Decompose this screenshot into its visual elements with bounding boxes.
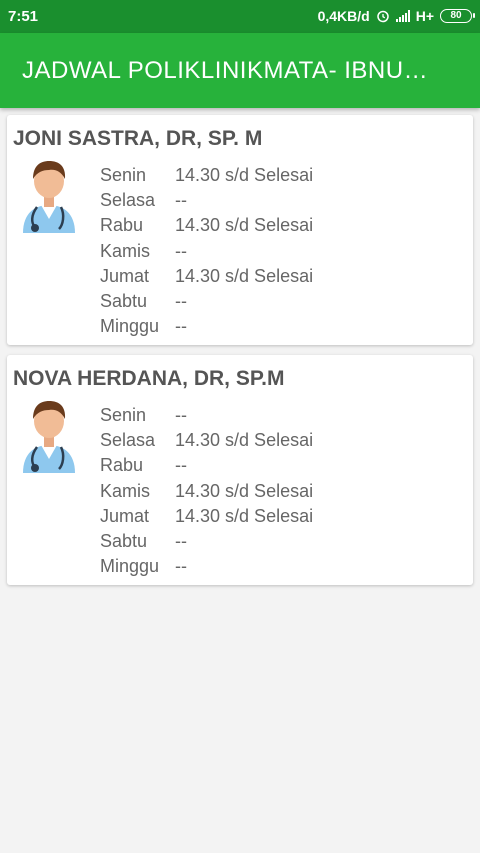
day-label: Minggu — [100, 556, 160, 577]
day-label: Kamis — [100, 480, 151, 501]
schedule-row: Sabtu -- — [100, 529, 313, 554]
day-label: Rabu — [100, 455, 144, 476]
day-label: Jumat — [100, 265, 150, 286]
status-bar: 7:51 0,4KB/d H+ 80 — [0, 0, 480, 33]
time-value: 14.30 s/d Selesai — [175, 165, 314, 186]
doctor-name: JONI SASTRA, DR, SP. M — [13, 127, 263, 150]
schedule-row: Selasa 14.30 s/d Selesai — [100, 428, 313, 453]
time-value: -- — [175, 190, 187, 211]
schedule-row: Selasa -- — [100, 188, 313, 213]
battery-level: 80 — [450, 10, 462, 21]
day-label: Selasa — [100, 430, 156, 451]
day-label: Sabtu — [100, 291, 148, 312]
time-value: 14.30 s/d Selesai — [175, 265, 314, 286]
schedule-list: Senin -- Selasa 14.30 s/d Selesai Rabu -- K… — [100, 403, 313, 579]
time-value: -- — [175, 455, 187, 476]
time-value: -- — [175, 316, 187, 337]
schedule-row: Minggu -- — [100, 554, 313, 579]
schedule-row: Jumat 14.30 s/d Selesai — [100, 504, 313, 529]
time-value: 14.30 s/d Selesai — [175, 215, 314, 236]
schedule-row: Rabu 14.30 s/d Selesai — [100, 213, 313, 238]
schedule-row: Senin 14.30 s/d Selesai — [100, 163, 313, 188]
day-label: Kamis — [100, 240, 151, 261]
doctor-avatar-icon — [23, 401, 75, 473]
app-bar: JADWAL POLIKLINIKMATA- IBNU… — [0, 33, 480, 108]
page-title: JADWAL POLIKLINIKMATA- IBNU… — [22, 57, 429, 84]
schedule-row: Rabu -- — [100, 453, 313, 478]
schedule-row: Senin -- — [100, 403, 313, 428]
day-label: Minggu — [100, 316, 160, 337]
doctor-card[interactable]: NOVA HERDANA, DR, SP.M Senin -- Selasa 14.… — [7, 355, 473, 585]
status-time: 7:51 — [8, 8, 39, 25]
doctor-card[interactable]: JONI SASTRA, DR, SP. M Senin 14.30 s/d Se… — [7, 115, 473, 345]
schedule-row: Jumat 14.30 s/d Selesai — [100, 264, 313, 289]
doctor-list: JONI SASTRA, DR, SP. M Senin 14.30 s/d Se… — [7, 115, 473, 595]
time-value: 14.30 s/d Selesai — [175, 505, 314, 526]
time-value: -- — [175, 531, 187, 552]
day-label: Selasa — [100, 190, 156, 211]
doctor-avatar-icon — [23, 161, 75, 233]
day-label: Senin — [100, 165, 147, 186]
schedule-row: Kamis -- — [100, 239, 313, 264]
time-value: 14.30 s/d Selesai — [175, 430, 314, 451]
battery-icon: 80 — [440, 9, 475, 23]
schedule-row: Sabtu -- — [100, 289, 313, 314]
doctor-name: NOVA HERDANA, DR, SP.M — [13, 367, 285, 390]
day-label: Senin — [100, 405, 147, 426]
time-value: -- — [175, 405, 187, 426]
schedule-row: Kamis 14.30 s/d Selesai — [100, 479, 313, 504]
network-type: H+ — [415, 8, 434, 24]
status-icons: 0,4KB/d H+ 80 — [317, 8, 475, 24]
alarm-icon — [376, 10, 389, 23]
time-value: -- — [175, 556, 187, 577]
day-label: Jumat — [100, 505, 150, 526]
time-value: 14.30 s/d Selesai — [175, 480, 314, 501]
time-value: -- — [175, 291, 187, 312]
schedule-list: Senin 14.30 s/d Selesai Selasa -- Rabu 14.3… — [100, 163, 313, 339]
network-speed: 0,4KB/d — [317, 8, 370, 24]
day-label: Sabtu — [100, 531, 148, 552]
time-value: -- — [175, 240, 187, 261]
schedule-row: Minggu -- — [100, 314, 313, 339]
signal-icon — [395, 10, 410, 22]
day-label: Rabu — [100, 215, 144, 236]
